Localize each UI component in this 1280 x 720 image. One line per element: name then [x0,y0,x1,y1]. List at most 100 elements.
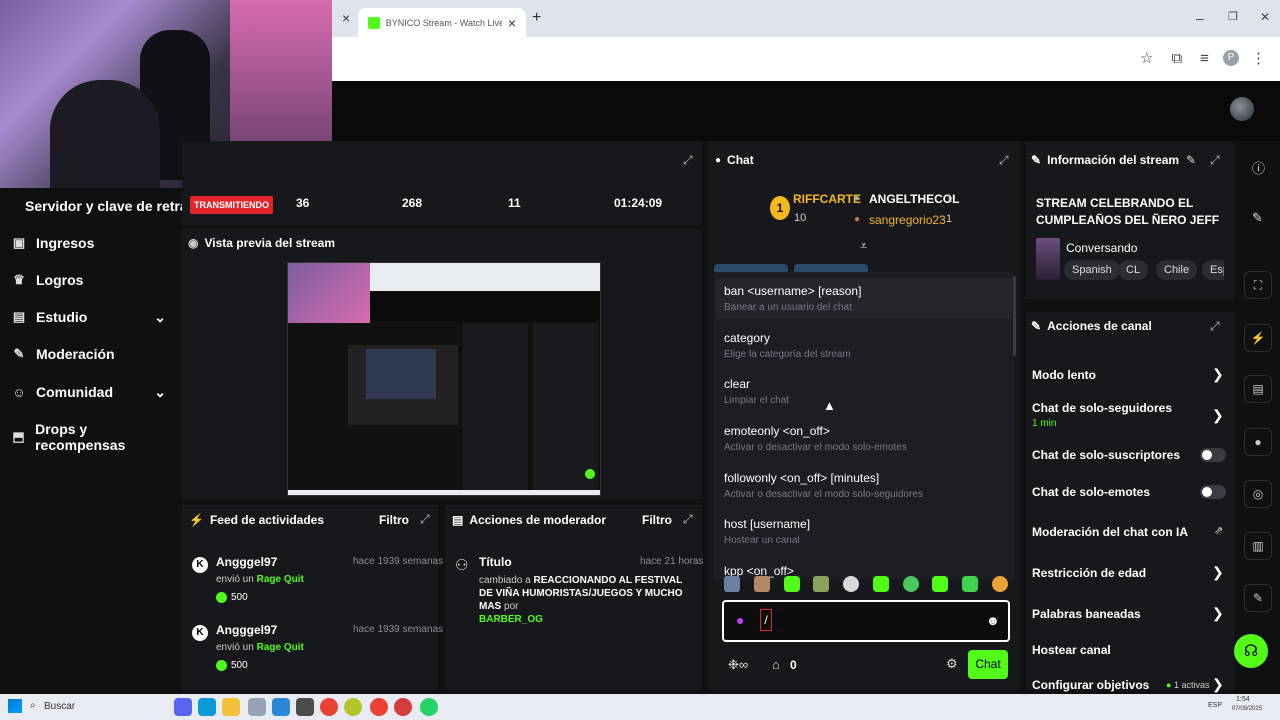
document-icon[interactable]: ▤ [1244,375,1272,403]
category-name[interactable]: Conversando [1066,241,1137,255]
subs-only-toggle[interactable] [1200,448,1226,462]
command-item[interactable]: clear Limpiar el chat [724,377,1010,406]
activity-user[interactable]: Angggel97 [216,623,277,637]
emotes-only-toggle[interactable] [1200,485,1226,499]
browser-tab-active[interactable]: BYNICO Stream - Watch Live on Kick × [358,8,526,37]
pinned-collapse-icon[interactable]: ⩡ [860,238,867,254]
chevron-right-icon[interactable]: ❯ [1212,407,1224,424]
app-taskbar-icon[interactable] [296,698,314,716]
expand-icon[interactable]: ⤢ [683,153,693,168]
tab-close-icon[interactable]: × [342,10,350,26]
emote-icon[interactable] [902,576,919,592]
user-avatar[interactable] [1230,97,1254,121]
chat-input[interactable]: / [760,609,772,631]
ai-moderation-action[interactable]: Moderación del chat con IA [1032,525,1188,539]
emote-icon[interactable] [991,576,1008,592]
explorer-taskbar-icon[interactable] [222,698,240,716]
emote-icon[interactable] [724,576,740,592]
leader-name[interactable]: sangregorio23 [869,213,946,227]
app-taskbar-icon[interactable] [344,698,362,716]
command-item[interactable]: host [username] Hostear un canal [724,517,1010,546]
new-tab-button[interactable]: + [532,9,541,27]
clock-date[interactable]: 07/09/2025 [1232,706,1262,712]
store-icon[interactable]: ⌂ [772,657,780,672]
emote-icon[interactable] [753,576,770,592]
chat-bubble-icon[interactable]: ● [1244,428,1272,456]
pencil-icon[interactable]: ✎ [1252,210,1263,226]
host-channel-action[interactable]: Hostear canal [1032,643,1111,657]
tag-chip[interactable]: Espa [1202,260,1224,280]
tab-close-icon[interactable]: × [508,15,516,31]
send-chat-button[interactable]: Chat [968,650,1008,679]
goals-action[interactable]: Configurar objetivos [1032,678,1149,692]
chevron-right-icon[interactable]: ❯ [1212,605,1224,622]
taskbar-search[interactable]: Buscar [44,701,75,712]
external-link-icon[interactable]: ⇗ [1214,524,1223,537]
emote-icon[interactable] [813,576,830,592]
edit-pencil-icon[interactable]: ✎ [1186,153,1196,167]
chevron-right-icon[interactable]: ❯ [1212,366,1224,383]
command-item[interactable]: category Elige la categoría del stream [724,331,1010,360]
filter-button[interactable]: Filtro [379,513,409,527]
sidebar-item-comunidad[interactable]: ☺ Comunidad ⌄ [12,384,166,401]
slow-mode-action[interactable]: Modo lento [1032,368,1096,382]
maximize-button[interactable]: ❐ [1228,10,1238,23]
expand-icon[interactable]: ⤢ [999,153,1009,168]
vscode-taskbar-icon[interactable] [272,698,290,716]
clock-time[interactable]: 1:54 [1236,696,1250,703]
minimize-button[interactable]: – [1196,10,1204,26]
expand-icon[interactable]: ⤢ [420,512,430,527]
whatsapp-taskbar-icon[interactable] [420,698,438,716]
sidebar-item-moderacion[interactable]: ✎ Moderación [12,346,172,362]
browser-menu-icon[interactable]: ⋮ [1251,49,1266,67]
info-icon[interactable]: ⓘ [1252,158,1265,177]
stream-preview-video[interactable] [287,262,601,496]
followers-only-action[interactable]: Chat de solo-seguidores [1032,401,1172,415]
tag-chip[interactable]: Spanish [1064,260,1120,280]
windows-start-icon[interactable] [8,699,22,713]
app-taskbar-icon[interactable] [248,698,266,716]
tag-chip[interactable]: CL [1118,260,1149,280]
expand-icon[interactable]: ⤢ [1210,153,1220,168]
points-icon[interactable]: ❉∞ [728,657,748,673]
command-item[interactable]: ban <username> [reason] Banear a un usuar… [724,284,1010,313]
chrome-taskbar-icon[interactable] [370,698,388,716]
emote-icon[interactable] [962,576,979,592]
bookmark-star-icon[interactable]: ☆ [1140,49,1153,67]
close-window-button[interactable]: ✕ [1260,10,1270,24]
sidebar-item-drops[interactable]: ⬒ Drops y recompensas [12,421,172,453]
emote-icon[interactable] [872,576,889,592]
edge-taskbar-icon[interactable] [198,698,216,716]
command-item[interactable]: followonly <on_off> [minutes] Activar o d… [724,471,1010,500]
chevron-right-icon[interactable]: ❯ [1212,676,1224,693]
emote-icon[interactable] [843,576,860,592]
activity-user[interactable]: Angggel97 [216,555,277,569]
age-restriction-action[interactable]: Restricción de edad [1032,566,1146,580]
obs-taskbar-icon[interactable] [394,698,412,716]
scrollbar[interactable] [1013,276,1016,356]
emoji-picker-icon[interactable]: ☻ [986,613,1000,628]
layout-icon[interactable]: ▥ [1244,532,1272,560]
emote-icon[interactable] [783,576,800,592]
command-item[interactable]: emoteonly <on_off> Activar o desactivar e… [724,424,1010,453]
keyboard-language[interactable]: ESP [1208,702,1222,709]
sidebar-item-logros[interactable]: ♛ Logros [12,272,172,288]
mod-entry-user[interactable]: BARBER_OG [479,614,543,625]
microphone-icon[interactable]: ● [736,612,744,628]
sidebar-item-estudio[interactable]: ▤ Estudio ⌄ [12,309,166,326]
extensions-icon[interactable]: ⧉ [1171,50,1182,67]
sidebar-item-ingresos[interactable]: ▣ Ingresos [12,235,172,251]
search-icon[interactable]: ⌕ [30,700,36,711]
stream-key-label[interactable]: Servidor y clave de retransm [25,198,183,214]
broadcast-icon[interactable]: ◎ [1244,480,1272,508]
wrench-icon[interactable]: ✎ [1244,584,1272,612]
emote-icon[interactable] [932,576,949,592]
settings-gear-icon[interactable]: ⚙ [946,656,958,672]
discord-taskbar-icon[interactable] [174,698,192,716]
filter-button[interactable]: Filtro [642,513,672,527]
chat-input-box[interactable]: ● / ☻ [722,600,1010,642]
leader-name[interactable]: RIFFCARTE [793,192,861,206]
tag-chip[interactable]: Chile [1156,260,1198,280]
headset-support-icon[interactable]: ☊ [1234,634,1268,668]
lightning-icon[interactable]: ⚡ [1244,324,1272,352]
